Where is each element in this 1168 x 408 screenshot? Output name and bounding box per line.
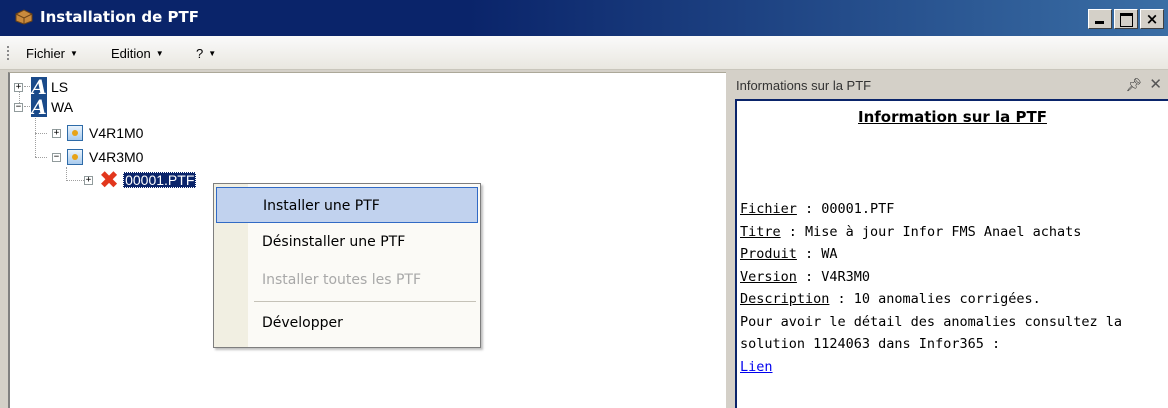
produit-value: : WA	[796, 246, 838, 262]
info-details: Fichier : 00001.PTF Titre : Mise à jour …	[740, 198, 1122, 378]
info-produit: Produit : WA	[740, 243, 1122, 266]
info-titre: Titre : Mise à jour Infor FMS Anael acha…	[740, 221, 1122, 244]
tree-node-ls[interactable]: + A LS	[14, 77, 68, 97]
menu-item-label: Installer toutes les PTF	[262, 272, 422, 288]
tree-node-label: WA	[51, 99, 74, 115]
window-title: Installation de PTF	[40, 8, 200, 26]
dropdown-arrow-icon: ▼	[208, 49, 217, 58]
menu-help[interactable]: ? ▼	[196, 46, 216, 61]
tree-node-v4r1m0[interactable]: + V4R1M0	[52, 123, 143, 143]
info-panel-header: Informations sur la PTF 📌︎ ✕	[728, 72, 1168, 99]
tree-node-00001-ptf[interactable]: + ✖ 00001.PTF	[84, 166, 197, 194]
menu-fichier[interactable]: Fichier ▼	[26, 46, 78, 61]
package-icon	[67, 149, 83, 165]
description-label: Description	[740, 291, 830, 307]
menu-bar: Fichier ▼ Edition ▼ ? ▼	[0, 36, 1168, 70]
info-version: Version : V4R3M0	[740, 266, 1122, 289]
dropdown-arrow-icon: ▼	[70, 49, 78, 58]
package-icon	[67, 125, 83, 141]
menu-item-label: Désinstaller une PTF	[262, 234, 406, 250]
infor-logo-icon: A	[31, 95, 47, 119]
menu-fichier-label: Fichier	[26, 46, 66, 61]
dropdown-arrow-icon: ▼	[155, 49, 164, 58]
menu-help-label: ?	[196, 46, 204, 61]
tree-node-label: LS	[51, 79, 69, 95]
titre-label: Titre	[740, 223, 781, 240]
info-fichier: Fichier : 00001.PTF	[740, 198, 1122, 221]
info-heading-text: Information sur la PTF	[858, 108, 1047, 126]
tree-node-label: V4R3M0	[89, 149, 144, 165]
menu-item-developper[interactable]: Développer	[216, 305, 478, 341]
info-panel-body: Information sur la PTF Fichier : 00001.P…	[735, 99, 1168, 408]
menu-edition-label: Edition	[111, 46, 151, 61]
produit-label: Produit	[740, 246, 797, 262]
app-package-icon	[15, 9, 33, 25]
minimize-button[interactable]	[1088, 9, 1112, 29]
tree-node-v4r3m0[interactable]: − V4R3M0	[52, 147, 143, 167]
error-x-icon: ✖	[99, 166, 120, 194]
info-description: Description : 10 anomalies corrigées.	[740, 288, 1122, 311]
menu-item-installer-toutes-ptf[interactable]: Installer toutes les PTF	[216, 262, 478, 298]
tree-node-wa[interactable]: − A WA	[14, 97, 73, 117]
menu-item-desinstaller-ptf[interactable]: Désinstaller une PTF	[216, 224, 478, 260]
info-heading: Information sur la PTF	[737, 108, 1168, 126]
titre-value: : Mise à jour Infor FMS Anael achats	[780, 223, 1082, 240]
version-label: Version	[740, 268, 797, 285]
toolbar-grip[interactable]	[7, 46, 9, 62]
collapse-icon[interactable]: −	[52, 152, 61, 162]
info-panel: Informations sur la PTF 📌︎ ✕ Information…	[728, 72, 1168, 408]
description-value: : 10 anomalies corrigées.	[829, 291, 1041, 307]
expand-icon[interactable]: +	[52, 128, 61, 138]
tree-node-label-selected: 00001.PTF	[123, 172, 197, 188]
detail-line-2: solution 1124063 dans Infor365 :	[740, 336, 1001, 352]
detail-line-1: Pour avoir le détail des anomalies consu…	[740, 313, 1123, 330]
close-button[interactable]: ×	[1140, 9, 1164, 29]
infor365-link[interactable]: Lien	[740, 359, 773, 375]
context-menu: Installer une PTF Désinstaller une PTF I…	[213, 183, 481, 348]
tree-node-label: V4R1M0	[89, 125, 144, 141]
expand-icon[interactable]: +	[84, 175, 93, 185]
menu-item-label: Développer	[262, 315, 343, 331]
fichier-value: : 00001.PTF	[796, 201, 895, 217]
maximize-button[interactable]	[1114, 9, 1138, 29]
menu-item-installer-ptf[interactable]: Installer une PTF	[216, 187, 478, 223]
fichier-label: Fichier	[740, 201, 797, 217]
pin-icon[interactable]: 📌︎	[1125, 77, 1142, 93]
title-bar[interactable]: Installation de PTF ×	[0, 0, 1168, 36]
version-value: : V4R3M0	[796, 268, 871, 285]
close-icon[interactable]: ✕	[1149, 75, 1162, 93]
menu-separator	[254, 301, 476, 302]
collapse-icon[interactable]: −	[14, 102, 23, 112]
expand-icon[interactable]: +	[14, 82, 23, 92]
menu-edition[interactable]: Edition ▼	[111, 46, 164, 61]
info-panel-title: Informations sur la PTF	[736, 78, 872, 93]
menu-item-label: Installer une PTF	[263, 198, 380, 214]
infor-logo-icon: A	[31, 75, 47, 99]
